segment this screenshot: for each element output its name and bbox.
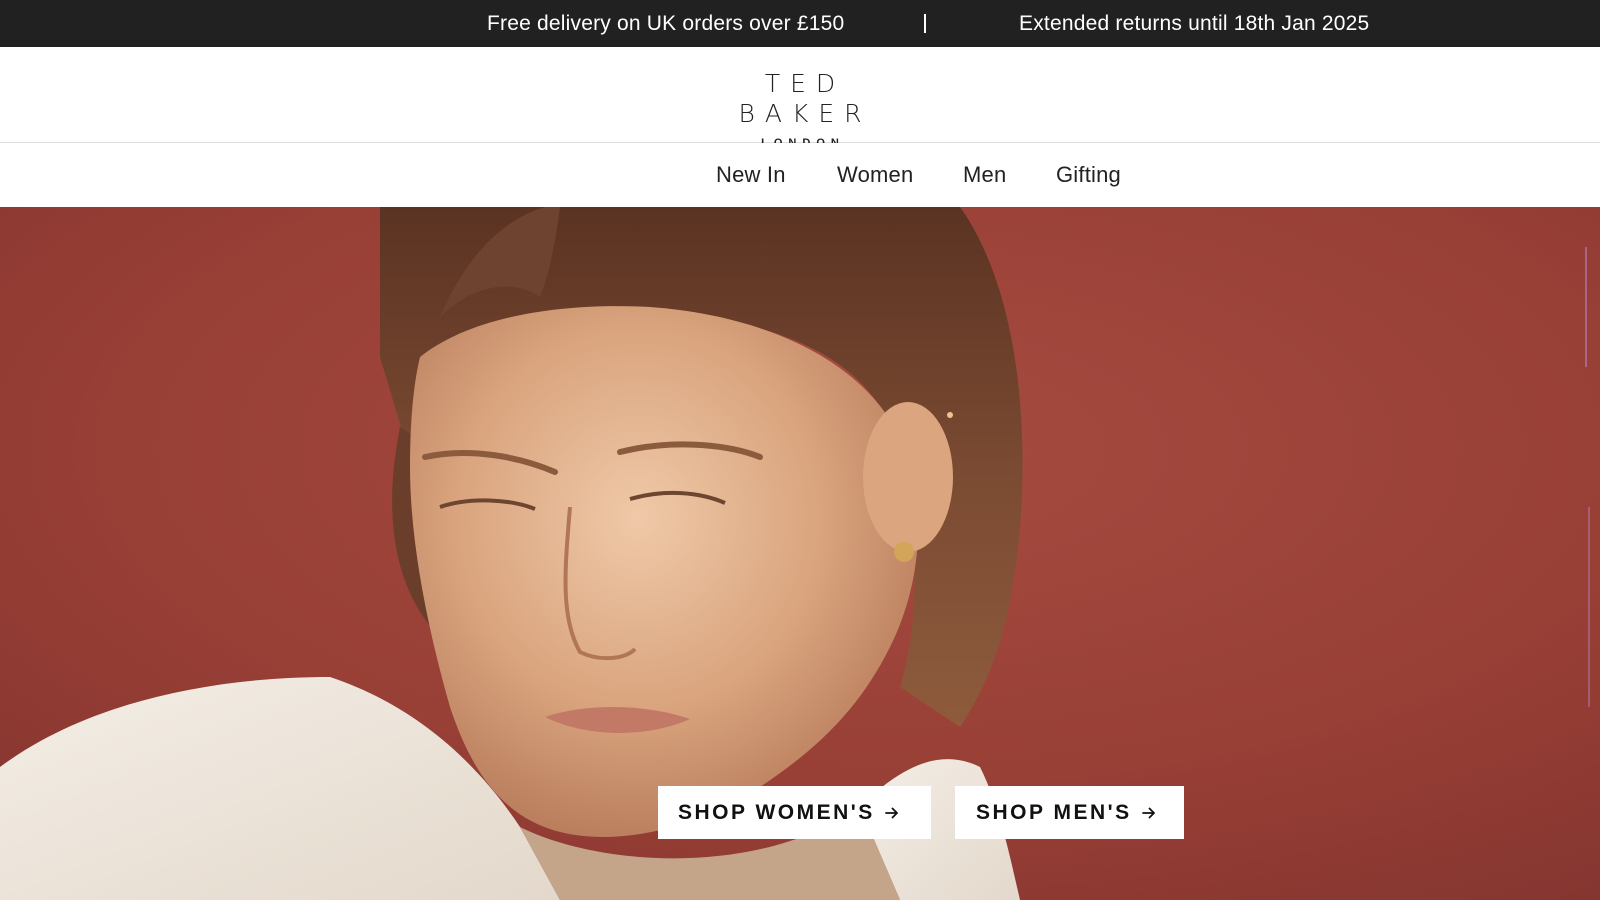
site-header: TED BAKER LONDON	[0, 47, 1600, 149]
shop-mens-button[interactable]: SHOP MEN'S	[955, 786, 1184, 839]
logo-wordmark: TED BAKER	[738, 69, 872, 128]
nav-item-women[interactable]: Women	[837, 143, 913, 207]
arrow-right-icon	[1141, 807, 1155, 819]
main-nav: New In Women Men Gifting	[0, 143, 1600, 207]
promo-divider	[924, 14, 926, 33]
shop-womens-button[interactable]: SHOP WOMEN'S	[658, 786, 931, 839]
nav-item-gifting[interactable]: Gifting	[1056, 143, 1121, 207]
promo-bar: Free delivery on UK orders over £150 Ext…	[0, 0, 1600, 47]
arrow-right-icon	[884, 807, 898, 819]
brand-logo[interactable]: TED BAKER LONDON	[680, 69, 920, 149]
shop-mens-label: SHOP MEN'S	[976, 801, 1132, 824]
hero-banner[interactable]: SHOP WOMEN'S SHOP MEN'S	[0, 207, 1600, 900]
nav-item-new-in[interactable]: New In	[716, 143, 786, 207]
promo-delivery-text: Free delivery on UK orders over £150	[487, 12, 845, 35]
shop-womens-label: SHOP WOMEN'S	[678, 801, 875, 824]
promo-returns-text: Extended returns until 18th Jan 2025	[1019, 12, 1370, 35]
nav-item-men[interactable]: Men	[963, 143, 1006, 207]
